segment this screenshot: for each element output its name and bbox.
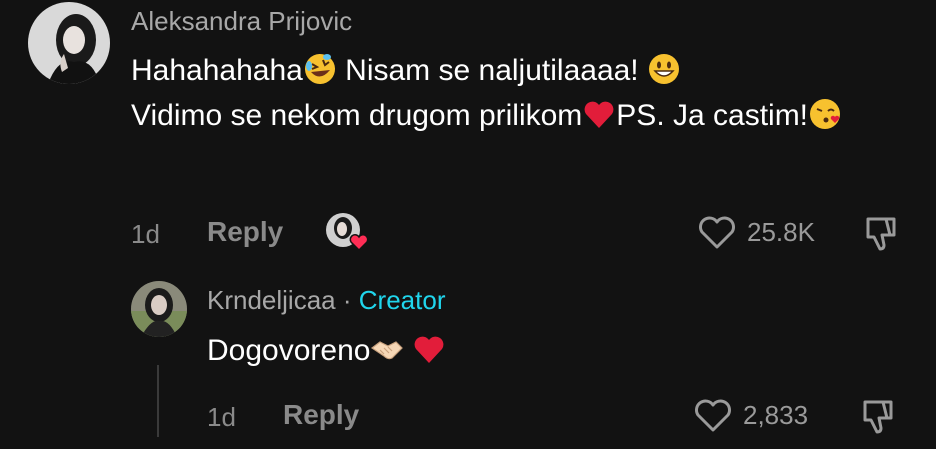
thumbs-down-icon [863,400,893,434]
commenter-avatar[interactable] [28,2,110,84]
handshake-emoji-icon [370,332,404,366]
reply-text: Dogovoreno [207,328,446,373]
heart-outline-icon [699,216,735,249]
reply-like-count: 2,833 [743,399,809,430]
reply-like-button[interactable]: 2,833 [693,397,808,433]
reply-username-line: Krndeljicaa · Creator [207,285,445,315]
reply-time: 1d [207,402,236,432]
creator-liked-heart-icon [325,212,371,252]
thumbs-down-icon [866,217,896,251]
grinning-face-emoji-icon [647,52,681,86]
commenter-username[interactable]: Aleksandra Prijovic [131,6,352,36]
reply-reply-button[interactable]: Reply [283,400,359,430]
reply-username[interactable]: Krndeljicaa [207,285,336,315]
red-heart-emoji-icon [582,97,616,131]
comment-text-part2: Nisam se naljutilaaaa! [336,54,647,87]
creator-badge: Creator [358,285,446,315]
reply-dislike-button[interactable] [857,396,897,436]
comment-text: Hahahahaha Nisam se naljutilaaaa! Vidimo… [131,48,851,138]
comment-text-part4: PS. Ja castim! [616,99,842,132]
comment-time: 1d [131,219,160,249]
comment-text-part4-text: PS. Ja castim! [616,99,809,132]
rolling-laughing-emoji-icon [303,52,337,86]
comment-dislike-button[interactable] [860,213,900,253]
username-separator: · [342,285,352,315]
reply-avatar[interactable] [131,281,187,337]
comment-reply-button[interactable]: Reply [207,217,283,247]
heart-outline-icon [695,399,731,432]
thread-line [157,365,159,437]
comment-like-count: 25.8K [747,216,815,247]
comment-text-part3: Vidimo se nekom drugom prilikom [131,99,583,132]
red-heart-emoji-icon [412,332,446,366]
kissing-face-emoji-icon [808,97,842,131]
comment-like-button[interactable]: 25.8K [697,214,815,250]
reply-text-content: Dogovoreno [207,334,371,367]
comment-text-part1: Hahahahaha [131,54,303,87]
